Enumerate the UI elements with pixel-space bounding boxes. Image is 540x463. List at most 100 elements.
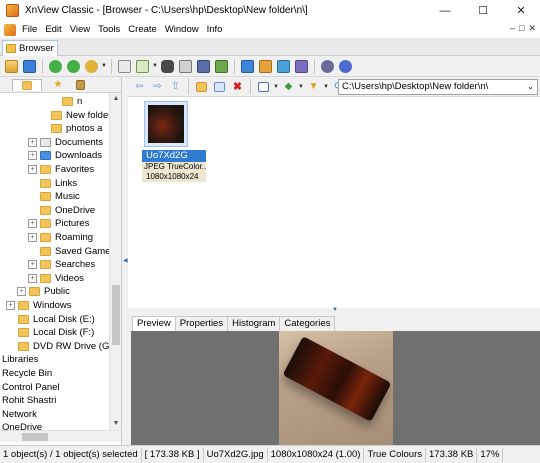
scroll-thumb[interactable] [22, 433, 48, 441]
mdi-minimize-button[interactable]: – [510, 23, 515, 34]
contact-sheet-button[interactable] [257, 58, 274, 75]
tab-browser[interactable]: Browser [2, 40, 58, 56]
tree-expander-icon[interactable] [28, 192, 37, 201]
chevron-down-icon[interactable]: ▼ [298, 84, 304, 90]
tree-item[interactable]: Recycle Bin [2, 367, 52, 380]
scan-button[interactable] [195, 58, 212, 75]
find-button[interactable] [159, 58, 176, 75]
tree-item[interactable]: + Videos [28, 272, 84, 285]
preview-image[interactable] [279, 331, 393, 445]
tree-expander-icon[interactable]: + [28, 137, 37, 147]
scroll-thumb[interactable] [112, 285, 120, 345]
tree-expander-icon[interactable] [28, 206, 37, 215]
chevron-down-icon[interactable]: ▼ [273, 84, 279, 90]
back-button[interactable] [47, 58, 64, 75]
view-mode-button[interactable] [255, 78, 272, 95]
scroll-up-icon[interactable]: ▲ [110, 93, 122, 105]
tree-expander-icon[interactable]: + [28, 233, 37, 242]
refresh-button[interactable] [83, 58, 100, 75]
sort-button[interactable]: ◆ [280, 78, 297, 95]
folder-tree[interactable]: n New folder photos a + Documents + Downloads +… [0, 93, 109, 430]
new-folder-button[interactable] [193, 78, 210, 95]
tree-expander-icon[interactable]: + [6, 301, 15, 310]
tree-item[interactable]: + Windows [6, 299, 72, 312]
tab-properties[interactable]: Properties [174, 316, 229, 331]
minimize-button[interactable]: — [426, 0, 464, 21]
maximize-button[interactable]: ☐ [464, 0, 502, 21]
tree-item[interactable]: photos a [39, 122, 102, 135]
tree-expander-icon[interactable] [6, 328, 15, 337]
tree-expander-icon[interactable]: + [28, 219, 37, 229]
tree-item[interactable]: Local Disk (E:) [6, 313, 95, 326]
tab-categories[interactable] [74, 79, 86, 91]
rename-button[interactable] [211, 78, 228, 95]
tab-histogram[interactable]: Histogram [227, 316, 281, 331]
close-button[interactable]: ✕ [502, 0, 540, 21]
chevron-down-icon[interactable]: ▼ [101, 63, 107, 69]
print-button[interactable] [177, 58, 194, 75]
tree-item[interactable]: Network [2, 408, 37, 421]
web-page-button[interactable] [239, 58, 256, 75]
file-list[interactable]: Uo7Xd2G JPEG TrueColor... 1080x1080x24 [128, 97, 540, 308]
tree-expander-icon[interactable] [28, 247, 37, 256]
tree-expander-icon[interactable] [39, 124, 48, 133]
tree-item[interactable]: DVD RW Drive (G:) [6, 340, 109, 353]
address-field[interactable]: C:\Users\hp\Desktop\New folder\n\ ⌄ [338, 79, 538, 95]
settings-button[interactable] [319, 58, 336, 75]
copy-button[interactable] [116, 58, 133, 75]
tree-item[interactable]: Links [28, 177, 77, 190]
tree-item[interactable]: Control Panel [2, 381, 60, 394]
slideshow-button[interactable] [213, 58, 230, 75]
menu-info[interactable]: Info [203, 24, 227, 35]
menu-create[interactable]: Create [124, 24, 161, 35]
tree-expander-icon[interactable] [50, 97, 59, 106]
delete-button[interactable]: ✖ [229, 78, 246, 95]
tree-item[interactable]: Music [28, 190, 80, 203]
menu-window[interactable]: Window [161, 24, 203, 35]
tree-item[interactable]: + Roaming [28, 231, 93, 244]
tree-item[interactable]: + Searches [28, 258, 95, 271]
fullscreen-button[interactable] [21, 58, 38, 75]
tree-expander-icon[interactable]: + [28, 151, 37, 161]
folder-up-button[interactable] [3, 58, 20, 75]
tree-expander-icon[interactable] [6, 315, 15, 324]
nav-back-button[interactable]: ⇦ [131, 78, 148, 95]
tree-item[interactable]: Rohit Shastri [2, 394, 56, 407]
thumbnail-frame[interactable] [144, 101, 188, 147]
mdi-restore-button[interactable]: □ [519, 23, 524, 34]
tree-expander-icon[interactable] [6, 342, 15, 351]
tree-horizontal-scrollbar[interactable] [0, 430, 121, 442]
forward-button[interactable] [65, 58, 82, 75]
tree-expander-icon[interactable]: + [17, 287, 26, 297]
nav-forward-button[interactable]: ⇨ [149, 78, 166, 95]
tab-categories[interactable]: Categories [279, 316, 336, 331]
tree-item[interactable]: n [50, 95, 82, 108]
tree-item[interactable]: Local Disk (F:) [6, 326, 94, 339]
tree-item[interactable]: New folder [39, 109, 109, 122]
tree-item[interactable]: Libraries [2, 353, 38, 366]
menu-view[interactable]: View [66, 24, 94, 35]
tree-item[interactable]: + Favorites [28, 163, 94, 176]
nav-up-button[interactable]: ⇧ [167, 78, 184, 95]
filter-button[interactable]: ▼ [305, 78, 322, 95]
chevron-down-icon[interactable]: ▼ [152, 63, 158, 69]
chevron-down-icon[interactable]: ▼ [323, 84, 329, 90]
thumbnail-filename[interactable]: Uo7Xd2G [142, 150, 206, 162]
about-button[interactable] [337, 58, 354, 75]
tree-expander-icon[interactable] [39, 111, 48, 120]
tree-expander-icon[interactable]: + [28, 260, 37, 270]
tree-item[interactable]: + Downloads [28, 149, 102, 162]
multipage-button[interactable] [293, 58, 310, 75]
tree-expander-icon[interactable]: + [28, 165, 37, 174]
tree-item[interactable]: OneDrive [28, 204, 95, 217]
tree-expander-icon[interactable]: + [28, 273, 37, 283]
move-button[interactable] [134, 58, 151, 75]
chevron-down-icon[interactable]: ⌄ [527, 80, 534, 94]
menu-tools[interactable]: Tools [94, 24, 124, 35]
tree-item[interactable]: + Pictures [28, 217, 89, 230]
convert-button[interactable] [275, 58, 292, 75]
thumbnail-image[interactable] [148, 105, 184, 143]
scroll-down-icon[interactable]: ▼ [110, 418, 122, 430]
tree-expander-icon[interactable] [28, 179, 37, 188]
collapse-down-icon[interactable]: ▼ [332, 307, 338, 313]
